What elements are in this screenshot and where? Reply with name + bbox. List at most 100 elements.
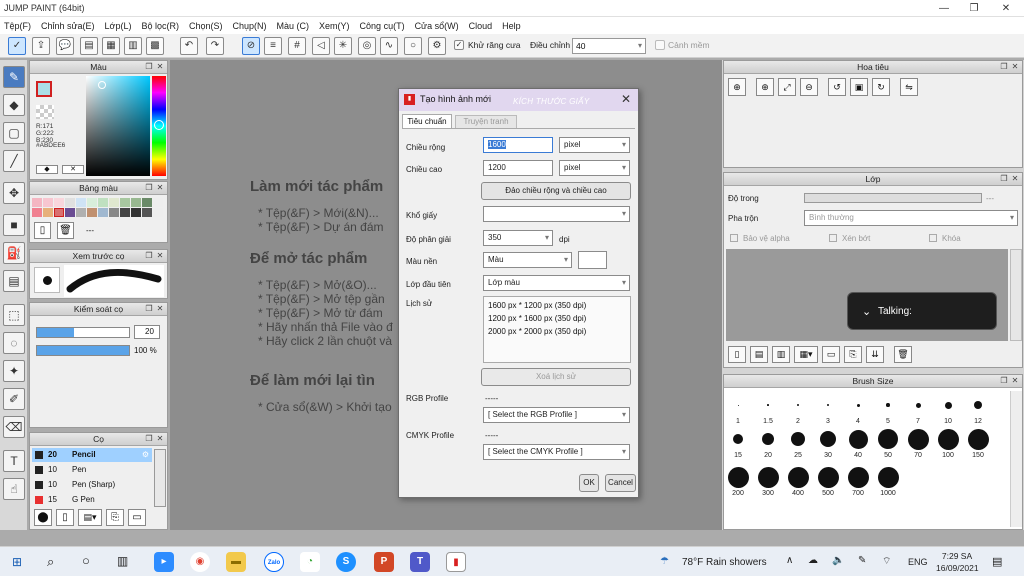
skype-icon[interactable]: S bbox=[336, 552, 356, 572]
paper-size-select[interactable] bbox=[483, 206, 630, 222]
brush-size-dot[interactable] bbox=[877, 466, 899, 488]
history-item[interactable]: 1600 px * 1200 px (350 dpi) bbox=[488, 299, 626, 312]
brush-size-dot[interactable] bbox=[762, 433, 774, 445]
fill-rect-tool-icon[interactable]: ■ bbox=[3, 214, 25, 236]
width-input[interactable]: 1600 bbox=[483, 137, 553, 153]
brush-size-dot[interactable] bbox=[967, 428, 989, 450]
menu-layer[interactable]: Lớp(L) bbox=[105, 21, 132, 31]
brush-copy-icon[interactable]: ⎘ bbox=[106, 509, 124, 526]
brush-size-dot[interactable] bbox=[907, 428, 929, 450]
adjust-select[interactable]: 40 bbox=[572, 38, 646, 54]
perspective-icon[interactable]: ◁ bbox=[312, 37, 330, 55]
antialias-checkbox[interactable]: ✓ bbox=[454, 40, 464, 50]
brush-settings-icon[interactable]: ⚙ bbox=[142, 448, 149, 462]
teams-icon[interactable]: T bbox=[410, 552, 430, 572]
move-tool-icon[interactable]: ✥ bbox=[3, 182, 25, 204]
brush-size-dot[interactable] bbox=[727, 466, 749, 488]
cococ-browser-icon[interactable]: ◔ bbox=[300, 552, 320, 572]
brush-size-dot[interactable] bbox=[757, 466, 779, 488]
brush-size-dot[interactable] bbox=[737, 404, 739, 406]
swap-dimensions-button[interactable]: Đảo chiều rộng và chiều cao bbox=[481, 182, 631, 200]
network-icon[interactable]: ☁ bbox=[808, 555, 818, 566]
fit-icon[interactable]: ⤢ bbox=[778, 78, 796, 96]
hue-cursor[interactable] bbox=[154, 120, 164, 130]
brush-size-dot[interactable] bbox=[847, 466, 869, 488]
brush-size-dot[interactable] bbox=[791, 432, 805, 446]
panel-float-icon[interactable]: ❐ bbox=[144, 251, 154, 261]
text-tool-icon[interactable]: T bbox=[3, 450, 25, 472]
clock[interactable]: 7:29 SA 16/09/2021 bbox=[936, 550, 979, 574]
undo-icon[interactable]: ↶ bbox=[180, 37, 198, 55]
width-unit-select[interactable]: pixel bbox=[559, 137, 630, 153]
chevron-down-icon[interactable]: ⌄ bbox=[862, 305, 871, 318]
brush-item[interactable]: 10 Pen bbox=[32, 463, 152, 477]
rectangle-tool-icon[interactable]: ▢ bbox=[3, 122, 25, 144]
brush-item[interactable]: 20 Pencil ⚙ bbox=[32, 448, 152, 462]
panel-close-icon[interactable]: ✕ bbox=[1010, 376, 1020, 386]
background-color-swatch[interactable] bbox=[578, 251, 607, 269]
curve-icon[interactable]: ∿ bbox=[380, 37, 398, 55]
clipping-checkbox[interactable] bbox=[829, 234, 837, 242]
panel-float-icon[interactable]: ❐ bbox=[999, 376, 1009, 386]
brush-size-dot[interactable] bbox=[856, 403, 860, 407]
zalo-icon[interactable]: Zalo bbox=[264, 552, 284, 572]
cortana-icon[interactable]: ○ bbox=[82, 553, 90, 568]
task-view-icon[interactable]: ▥ bbox=[117, 554, 128, 568]
brush-size-dot[interactable] bbox=[974, 401, 982, 409]
volume-icon[interactable]: 🔈 bbox=[832, 555, 844, 566]
radial-icon[interactable]: ✳ bbox=[334, 37, 352, 55]
brush-size-dot[interactable] bbox=[878, 429, 898, 449]
file-explorer-icon[interactable]: ▬ bbox=[226, 552, 246, 572]
rotate-left-icon[interactable]: ↺ bbox=[828, 78, 846, 96]
message-icon[interactable]: ▤ bbox=[80, 37, 98, 55]
chrome-icon[interactable]: ◉ bbox=[190, 552, 210, 572]
panel-float-icon[interactable]: ❐ bbox=[999, 174, 1009, 184]
menu-color[interactable]: Màu (C) bbox=[277, 21, 310, 31]
cmyk-profile-select[interactable]: [ Select the CMYK Profile ] bbox=[483, 444, 630, 460]
talking-overlay[interactable]: ⌄ Talking: bbox=[847, 292, 997, 330]
dialog-close-icon[interactable]: ✕ bbox=[621, 92, 631, 106]
minimize-button[interactable]: — bbox=[928, 0, 960, 17]
lasso-tool-icon[interactable]: ◌ bbox=[3, 332, 25, 354]
delete-palette-icon[interactable]: 🗑 bbox=[57, 222, 74, 239]
crosshatch-icon[interactable]: # bbox=[288, 37, 306, 55]
new-palette-icon[interactable]: ▯ bbox=[34, 222, 51, 239]
history-item[interactable]: 2000 px * 2000 px (350 dpi) bbox=[488, 325, 626, 338]
redo-icon[interactable]: ↷ bbox=[206, 37, 224, 55]
warning-checkbox[interactable] bbox=[655, 40, 665, 50]
rotate-right-icon[interactable]: ↻ bbox=[872, 78, 890, 96]
folder-icon[interactable]: ▭ bbox=[822, 346, 840, 363]
tab-comic[interactable]: Truyện tranh bbox=[455, 115, 517, 128]
brush-size-dot[interactable] bbox=[787, 466, 809, 488]
foreground-color-swatch[interactable] bbox=[36, 81, 52, 97]
zoom-in-icon[interactable]: ⊕ bbox=[756, 78, 774, 96]
circle-snap-icon[interactable]: ○ bbox=[404, 37, 422, 55]
zoom-in-icon[interactable]: ⊕ bbox=[728, 78, 746, 96]
windows-start-icon[interactable]: ⊞ bbox=[12, 555, 22, 569]
height-unit-select[interactable]: pixel bbox=[559, 160, 630, 176]
bucket-tool-icon[interactable]: ⛽ bbox=[3, 242, 25, 264]
saturation-value-picker[interactable] bbox=[86, 76, 150, 176]
menu-tools[interactable]: Công cụ(T) bbox=[360, 21, 405, 31]
brush-list-scrollbar[interactable] bbox=[154, 449, 166, 507]
panel-float-icon[interactable]: ❐ bbox=[144, 62, 154, 72]
hue-slider[interactable] bbox=[152, 76, 166, 176]
new-brush-icon[interactable]: ▯ bbox=[56, 509, 74, 526]
menu-file[interactable]: Tệp(F) bbox=[4, 21, 31, 31]
layer-menu-icon[interactable]: ▦▾ bbox=[794, 346, 818, 363]
layer-opacity-slider[interactable] bbox=[804, 193, 982, 203]
menu-capture[interactable]: Chụp(N) bbox=[233, 21, 267, 31]
delete-layer-icon[interactable]: 🗑 bbox=[894, 346, 912, 363]
transparent-swatch[interactable] bbox=[36, 105, 54, 119]
flip-icon[interactable]: ⇋ bbox=[900, 78, 918, 96]
new-layer-icon[interactable]: ▯ bbox=[728, 346, 746, 363]
pen-tool-icon[interactable]: ✎ bbox=[3, 66, 25, 88]
panel-close-icon[interactable]: ✕ bbox=[155, 304, 165, 314]
menu-select[interactable]: Chọn(S) bbox=[189, 21, 223, 31]
clear-history-button[interactable]: Xoá lịch sử bbox=[481, 368, 631, 386]
add-color-icon[interactable]: ◆ bbox=[36, 165, 58, 174]
duplicate-layer-icon[interactable]: ⎘ bbox=[844, 346, 862, 363]
brush-size-dot[interactable] bbox=[817, 466, 839, 488]
brush-size-value[interactable]: 20 bbox=[134, 325, 160, 339]
layer-list-scrollbar[interactable] bbox=[1010, 249, 1022, 341]
